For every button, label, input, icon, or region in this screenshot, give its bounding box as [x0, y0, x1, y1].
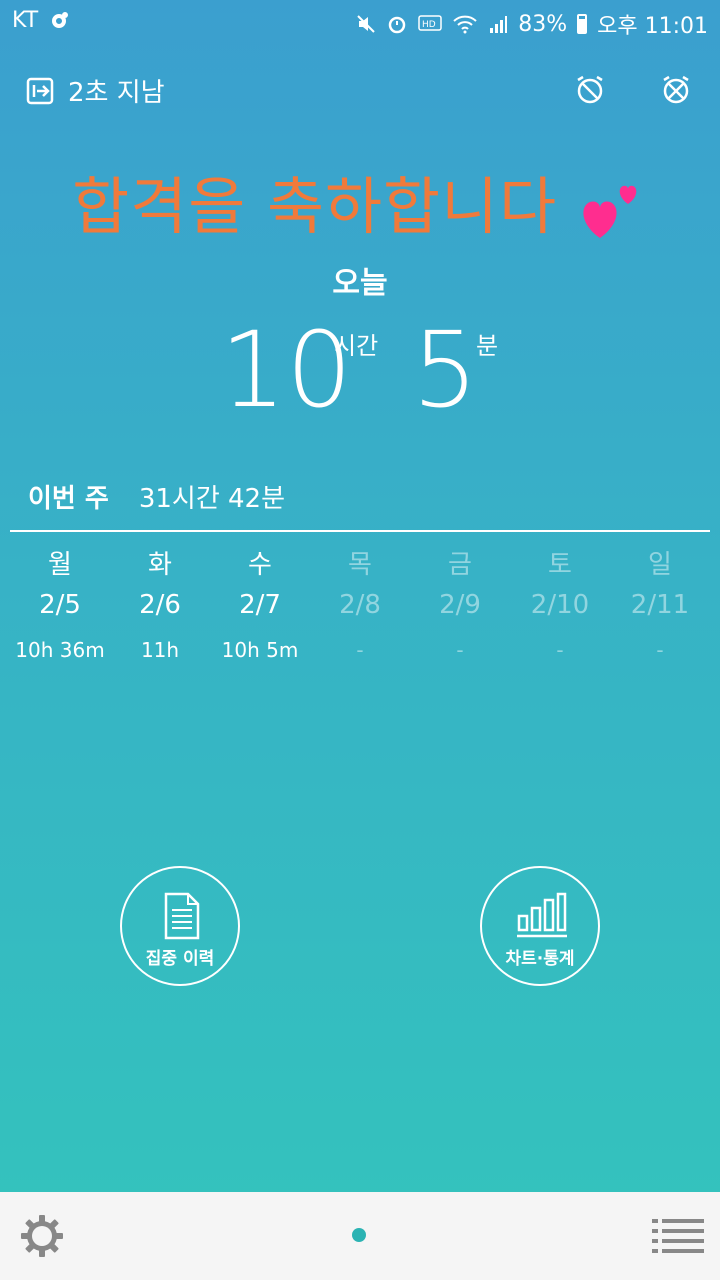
battery-percent: 83% [518, 11, 568, 37]
today-label: 오늘 [332, 266, 388, 301]
day-name: 토 [548, 550, 572, 580]
exit-icon [26, 77, 54, 104]
hd-icon: HD [418, 15, 442, 31]
alarm-vibrate-off-icon[interactable] [660, 74, 692, 106]
gear-icon[interactable] [20, 1214, 64, 1258]
day-name: 금 [448, 550, 472, 580]
day-date: 2/8 [339, 590, 381, 620]
day-time: 11h [140, 638, 180, 662]
day-time: - [656, 638, 664, 662]
day-column: 일 2/11 - [610, 544, 710, 668]
day-column: 토 2/10 - [510, 544, 610, 668]
day-date: 2/6 [139, 590, 181, 620]
history-button[interactable]: 집중 이력 [120, 866, 240, 986]
day-time: 10h 36m [15, 638, 105, 662]
battery-icon [577, 14, 588, 34]
svg-text:HD: HD [422, 20, 436, 30]
day-column: 화 2/6 11h [110, 544, 210, 668]
alarm-off-icon[interactable] [574, 74, 606, 106]
day-time: 10h 5m [221, 638, 299, 662]
congrats-text: 합격을 축하합니다 [72, 170, 558, 243]
alarm-status-icon [388, 16, 406, 34]
elapsed-label: 2초 지남 [68, 78, 165, 108]
status-bar: KT HD 83% 오후 11:01 [0, 0, 720, 44]
day-name: 월 [48, 550, 72, 580]
divider [10, 530, 710, 532]
day-column: 월 2/5 10h 36m [10, 544, 110, 668]
document-icon [164, 892, 200, 940]
history-button-label: 집중 이력 [145, 949, 215, 969]
day-time: - [456, 638, 464, 662]
day-date: 2/10 [530, 590, 590, 620]
day-column: 수 2/7 10h 5m [210, 544, 310, 668]
chart-stats-button[interactable]: 차트·통계 [480, 866, 600, 986]
day-date: 2/11 [630, 590, 690, 620]
day-name: 수 [248, 550, 272, 580]
bar-chart-icon [517, 892, 567, 938]
day-name: 목 [348, 550, 372, 580]
day-column: 목 2/8 - [310, 544, 410, 668]
mute-icon [357, 15, 375, 33]
signal-icon [490, 16, 508, 33]
today-hours-unit: 시간 [334, 332, 379, 360]
day-date: 2/5 [39, 590, 81, 620]
week-total: 31시간 42분 [138, 484, 286, 514]
two-hearts-icon [583, 185, 637, 238]
day-time: - [356, 638, 364, 662]
bottom-bar [0, 1192, 720, 1280]
carrier-label: KT [12, 8, 39, 33]
day-date: 2/7 [239, 590, 281, 620]
week-label: 이번 주 [28, 484, 109, 514]
week-summary: 이번 주 31시간 42분 [28, 478, 285, 515]
clock: 오후 11:01 [597, 14, 708, 39]
day-column: 금 2/9 - [410, 544, 510, 668]
today-minutes: 5 [412, 309, 479, 431]
today-minutes-unit: 분 [476, 332, 499, 360]
chart-stats-button-label: 차트·통계 [505, 949, 575, 969]
congrats-message: 합격을 축하합니다 [0, 156, 720, 246]
elapsed-indicator[interactable]: 2초 지남 [26, 72, 165, 109]
page-indicator [352, 1228, 366, 1242]
today-hours: 10 [220, 309, 353, 431]
week-days: 월 2/5 10h 36m 화 2/6 11h 수 2/7 10h 5m 목 2… [10, 544, 710, 668]
wifi-icon [453, 15, 477, 34]
menu-list-icon[interactable] [652, 1218, 704, 1254]
day-date: 2/9 [439, 590, 481, 620]
day-name: 일 [648, 550, 672, 580]
day-name: 화 [148, 550, 172, 580]
day-time: - [556, 638, 564, 662]
top-bar: 2초 지남 [0, 60, 720, 116]
notification-icon [52, 11, 69, 28]
